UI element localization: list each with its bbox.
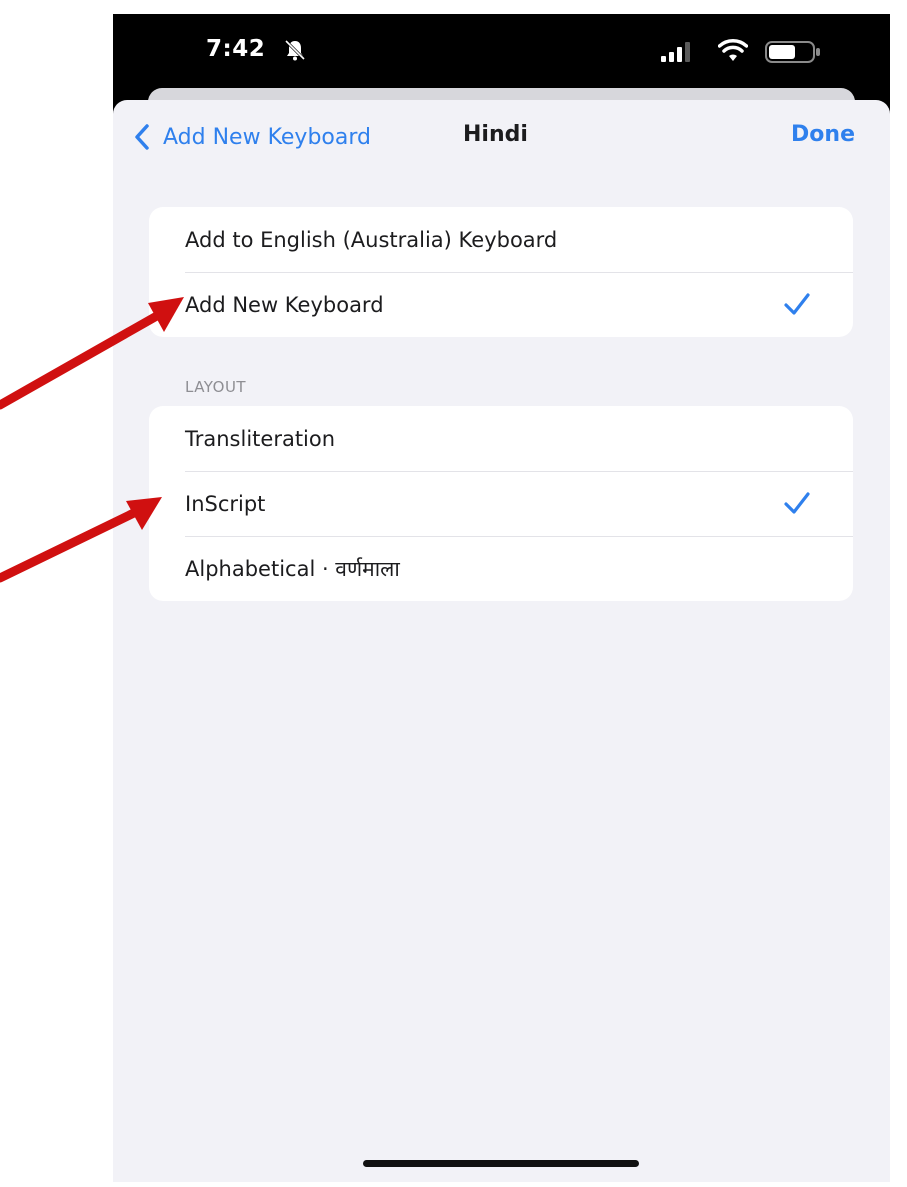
- layout-label: Alphabetical · वर्णमाला: [185, 556, 400, 581]
- status-time: 7:42: [206, 36, 266, 62]
- home-indicator: [363, 1160, 639, 1167]
- navigation-bar: Add New Keyboard Hindi Done: [113, 100, 890, 170]
- back-label: Add New Keyboard: [163, 124, 371, 150]
- option-label: Add to English (Australia) Keyboard: [185, 227, 558, 252]
- page-title: Hindi: [463, 122, 528, 147]
- layout-label: InScript: [185, 491, 266, 516]
- keyboard-options-group: Add to English (Australia) Keyboard Add …: [149, 207, 853, 337]
- layout-label: Transliteration: [185, 426, 336, 451]
- signal-icon: [661, 42, 690, 62]
- bell-slash-icon: [284, 39, 306, 61]
- layout-alphabetical[interactable]: Alphabetical · वर्णमाला: [149, 536, 853, 601]
- option-label: Add New Keyboard: [185, 292, 384, 317]
- done-button[interactable]: Done: [791, 122, 855, 147]
- page: 7:42 Add New Keyboard Hindi Done Add to …: [0, 0, 907, 1187]
- checkmark-icon: [784, 293, 810, 315]
- phone-screen: 7:42 Add New Keyboard Hindi Done Add to …: [113, 14, 890, 1182]
- option-add-to-english-keyboard[interactable]: Add to English (Australia) Keyboard: [149, 207, 853, 272]
- section-header-layout: LAYOUT: [185, 378, 247, 396]
- layout-transliteration[interactable]: Transliteration: [149, 406, 853, 471]
- layout-inscript[interactable]: InScript: [149, 471, 853, 536]
- chevron-left-icon: [135, 124, 149, 150]
- battery-icon: [765, 41, 820, 63]
- wifi-icon: [718, 39, 748, 61]
- layout-options-group: Transliteration InScript Alphabetical · …: [149, 406, 853, 601]
- status-bar: 7:42: [113, 14, 890, 94]
- checkmark-icon: [784, 492, 810, 514]
- back-button[interactable]: Add New Keyboard: [133, 120, 371, 154]
- option-add-new-keyboard[interactable]: Add New Keyboard: [149, 272, 853, 337]
- keyboard-settings-sheet: Add New Keyboard Hindi Done Add to Engli…: [113, 100, 890, 1182]
